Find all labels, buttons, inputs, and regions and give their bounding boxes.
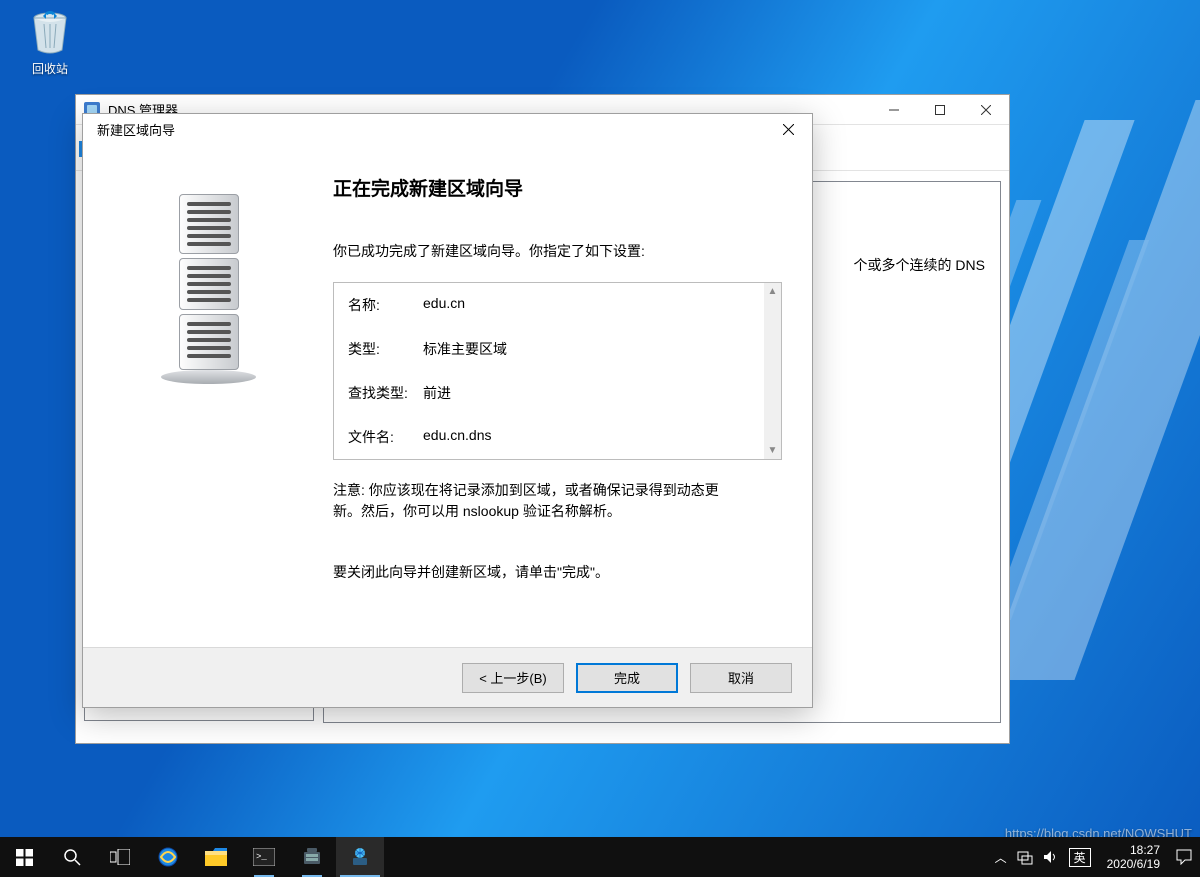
dns-content-text-fragment: 个或多个连续的 DNS <box>854 255 985 275</box>
ime-indicator[interactable]: 英 <box>1069 848 1091 867</box>
volume-icon[interactable] <box>1043 849 1059 865</box>
summary-row: 文件名: edu.cn.dns <box>334 415 781 459</box>
summary-key: 类型: <box>348 339 423 359</box>
summary-value: 标准主要区域 <box>423 339 507 359</box>
taskbar-ie[interactable] <box>144 837 192 877</box>
wizard-intro: 你已成功完成了新建区域向导。你指定了如下设置: <box>333 241 782 262</box>
summary-value: edu.cn.dns <box>423 427 492 447</box>
back-button[interactable]: < 上一步(B) <box>462 663 564 693</box>
terminal-icon: >_ <box>253 848 275 866</box>
summary-key: 文件名: <box>348 427 423 447</box>
wizard-close-button[interactable] <box>768 116 808 142</box>
search-icon <box>63 848 81 866</box>
desktop: 回收站 DNS 管理器 <box>0 0 1200 877</box>
action-center-icon[interactable] <box>1176 849 1192 865</box>
wizard-heading: 正在完成新建区域向导 <box>333 174 782 201</box>
trash-icon <box>26 8 74 56</box>
taskbar-dns-manager[interactable] <box>336 837 384 877</box>
summary-value: edu.cn <box>423 295 465 315</box>
task-view-icon <box>110 849 130 865</box>
taskbar-clock[interactable]: 18:27 2020/6/19 <box>1101 839 1166 875</box>
wizard-summary-box: ▲ 名称: edu.cn 类型: 标准主要区域 查找类型: 前进 <box>333 282 782 460</box>
close-button[interactable] <box>963 95 1009 125</box>
task-view-button[interactable] <box>96 837 144 877</box>
scroll-up-icon[interactable]: ▲ <box>764 283 781 300</box>
dns-manager-icon <box>349 846 371 868</box>
clock-date: 2020/6/19 <box>1107 857 1160 871</box>
wizard-close-hint: 要关闭此向导并创建新区域，请单击"完成"。 <box>333 562 782 583</box>
summary-row: 名称: edu.cn <box>334 283 781 327</box>
taskbar-server-manager[interactable] <box>288 837 336 877</box>
summary-value: 前进 <box>423 383 451 403</box>
ie-icon <box>156 845 180 869</box>
minimize-button[interactable] <box>871 95 917 125</box>
server-icon <box>161 194 256 374</box>
summary-key: 查找类型: <box>348 383 423 403</box>
wizard-title: 新建区域向导 <box>97 120 175 139</box>
summary-row: 类型: 标准主要区域 <box>334 327 781 371</box>
windows-logo-icon <box>16 849 33 866</box>
wizard-titlebar[interactable]: 新建区域向导 <box>83 114 812 144</box>
summary-scrollbar[interactable]: ▲ <box>764 283 781 459</box>
start-button[interactable] <box>0 837 48 877</box>
taskbar-cmd[interactable]: >_ <box>240 837 288 877</box>
search-button[interactable] <box>48 837 96 877</box>
finish-button[interactable]: 完成 <box>576 663 678 693</box>
recycle-bin-icon[interactable]: 回收站 <box>12 8 88 77</box>
wizard-banner <box>83 144 333 647</box>
maximize-button[interactable] <box>917 95 963 125</box>
tray-overflow-icon[interactable]: ︿ <box>995 849 1007 866</box>
wizard-footer: < 上一步(B) 完成 取消 <box>83 647 812 707</box>
summary-row: 查找类型: 前进 <box>334 371 781 415</box>
folder-icon <box>205 848 227 866</box>
scroll-down-icon[interactable]: ▼ <box>764 442 781 459</box>
cancel-button[interactable]: 取消 <box>690 663 792 693</box>
recycle-bin-label: 回收站 <box>12 60 88 77</box>
new-zone-wizard-dialog: 新建区域向导 <box>82 113 813 708</box>
wizard-note: 注意: 你应该现在将记录添加到区域，或者确保记录得到动态更新。然后，你可以用 n… <box>333 480 743 522</box>
taskbar[interactable]: >_ ︿ <box>0 837 1200 877</box>
system-tray[interactable]: ︿ 英 18:27 2020/6/19 <box>987 837 1200 877</box>
server-manager-icon <box>301 846 323 868</box>
summary-key: 名称: <box>348 295 423 315</box>
network-icon[interactable] <box>1017 849 1033 865</box>
taskbar-explorer[interactable] <box>192 837 240 877</box>
clock-time: 18:27 <box>1107 843 1160 857</box>
svg-text:>_: >_ <box>256 852 267 862</box>
